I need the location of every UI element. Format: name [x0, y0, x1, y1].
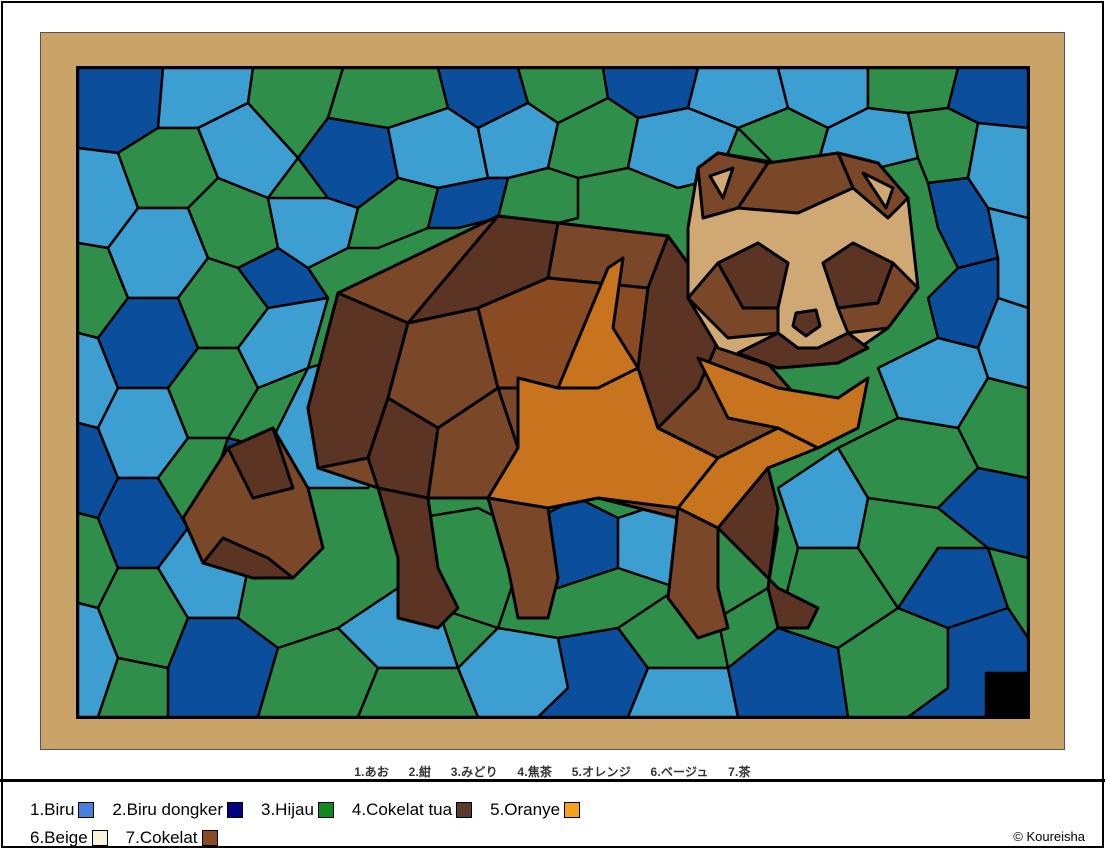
jp-legend-item: 7.茶 — [728, 765, 751, 779]
legend-item-beige: 6.Beige — [30, 828, 108, 848]
japanese-color-legend: 1.あお 2.紺 3.みどり 4.焦茶 5.オレンジ 6.ベージュ 7.茶 — [0, 763, 1105, 780]
mosaic-artwork — [76, 66, 1030, 719]
jp-legend-item: 6.ベージュ — [650, 765, 709, 779]
legend-label: 6.Beige — [30, 828, 88, 847]
legend-item-cokelat: 7.Cokelat — [126, 828, 218, 848]
legend-label: 5.Oranye — [490, 800, 561, 819]
legend-item-oranye: 5.Oranye — [490, 800, 581, 820]
legend-label: 1.Biru — [30, 800, 75, 819]
jp-legend-item: 2.紺 — [408, 765, 432, 779]
legend-item-hijau: 3.Hijau — [261, 800, 334, 820]
color-legend-row-1: 1.Biru 2.Biru dongker 3.Hijau 4.Cokelat … — [30, 800, 598, 820]
color-swatch — [201, 830, 218, 846]
color-swatch — [317, 802, 334, 818]
jp-legend-item: 4.焦茶 — [517, 765, 553, 779]
color-swatch — [78, 802, 95, 818]
color-legend-row-2: 6.Beige 7.Cokelat — [30, 828, 236, 848]
color-swatch — [91, 830, 108, 846]
tanuki-mosaic — [78, 68, 1028, 717]
legend-item-biru: 1.Biru — [30, 800, 95, 820]
legend-item-cokelat-tua: 4.Cokelat tua — [351, 800, 473, 820]
jp-legend-item: 1.あお — [354, 765, 390, 779]
jp-legend-item: 5.オレンジ — [571, 765, 631, 779]
jp-legend-item: 3.みどり — [450, 765, 498, 779]
corner-marker — [984, 671, 1028, 717]
color-swatch — [564, 802, 581, 818]
legend-label: 4.Cokelat tua — [351, 800, 453, 819]
color-swatch — [456, 802, 473, 818]
legend-item-biru-dongker: 2.Biru dongker — [112, 800, 243, 820]
copyright-text: © Koureisha — [1013, 829, 1085, 844]
color-swatch — [227, 802, 243, 818]
legend-label: 2.Biru dongker — [112, 800, 223, 819]
legend-divider — [0, 779, 1105, 782]
legend-label: 7.Cokelat — [125, 828, 198, 847]
legend-label: 3.Hijau — [261, 800, 314, 819]
